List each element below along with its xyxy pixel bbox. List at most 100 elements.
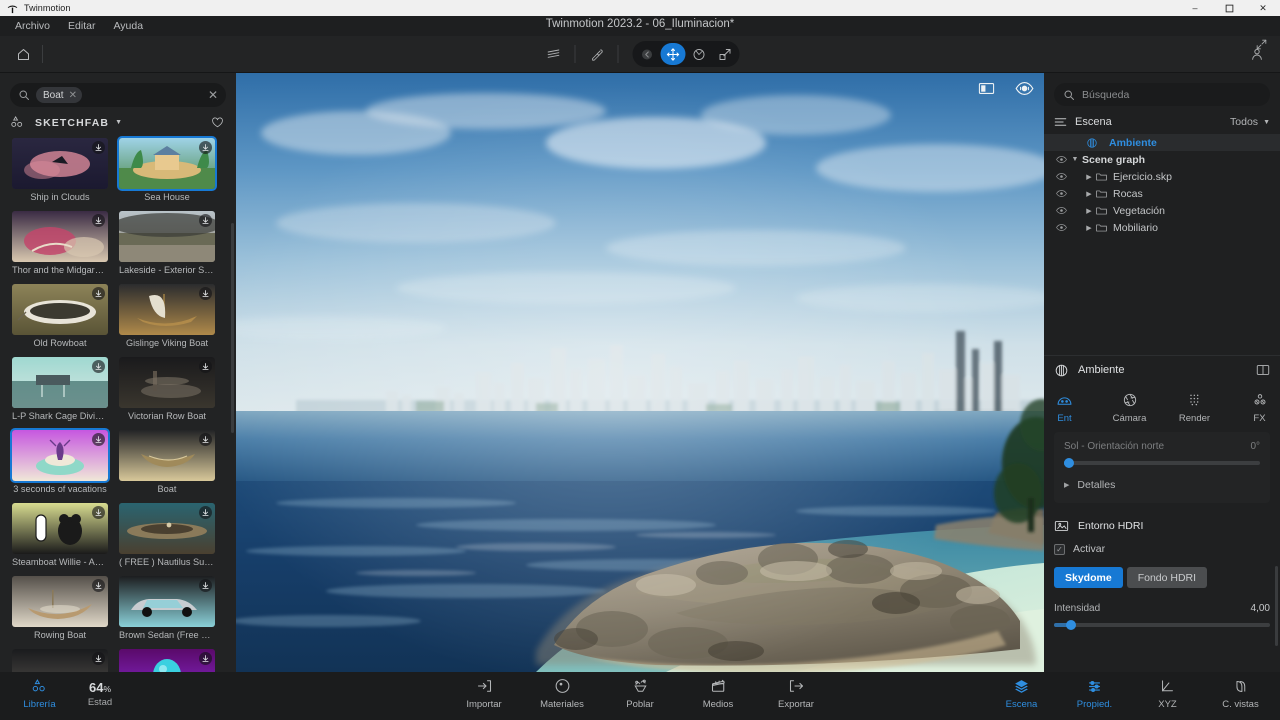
move-gizmo-icon[interactable] xyxy=(660,43,686,65)
download-icon[interactable] xyxy=(92,433,105,446)
hdri-activate-row[interactable]: ✓ Activar xyxy=(1054,543,1270,555)
bottom-item-escena[interactable]: Escena xyxy=(992,676,1051,710)
tree-twisty[interactable]: ▶ xyxy=(1082,224,1096,232)
library-item[interactable]: Ship in Clouds xyxy=(12,138,108,202)
bottom-item-propied[interactable]: Propied. xyxy=(1065,676,1124,710)
expand-icon[interactable] xyxy=(1255,38,1268,51)
library-item-thumbnail[interactable] xyxy=(119,138,215,189)
properties-tab-fx[interactable]: FX xyxy=(1239,390,1280,424)
menu-ayuda[interactable]: Ayuda xyxy=(104,18,152,34)
download-icon[interactable] xyxy=(199,579,212,592)
chevron-down-icon[interactable]: ▼ xyxy=(115,119,122,126)
library-item[interactable]: Gislinge Viking Boat xyxy=(119,284,215,348)
details-expander[interactable]: ▶ Detalles xyxy=(1064,479,1260,491)
download-icon[interactable] xyxy=(92,652,105,665)
bottom-item-materiales[interactable]: Materiales xyxy=(533,676,592,710)
library-item[interactable]: Boat xyxy=(119,430,215,494)
scene-tree-item[interactable]: ▶ Vegetación xyxy=(1044,202,1280,219)
scene-tree-item[interactable]: ▶ Mobiliario xyxy=(1044,219,1280,236)
library-item[interactable]: L-P Shark Cage Diving... xyxy=(12,357,108,421)
panel-toggle-icon[interactable] xyxy=(978,81,995,96)
download-icon[interactable] xyxy=(199,214,212,227)
clear-search-icon[interactable]: ✕ xyxy=(208,88,218,102)
stats-indicator[interactable]: 64% Estad xyxy=(75,680,125,710)
bottom-item-libreria[interactable]: Librería xyxy=(10,676,69,710)
library-item-thumbnail[interactable] xyxy=(12,357,108,408)
scene-tree-item[interactable]: ▶ Rocas xyxy=(1044,185,1280,202)
library-item[interactable]: 3 seconds of vacations xyxy=(12,430,108,494)
library-item[interactable]: Lakeside - Exterior Sce... xyxy=(119,211,215,275)
minimize-button[interactable]: – xyxy=(1178,0,1212,16)
menu-archivo[interactable]: Archivo xyxy=(6,18,59,34)
download-icon[interactable] xyxy=(92,506,105,519)
library-item-thumbnail[interactable] xyxy=(12,138,108,189)
scene-tree-item[interactable]: ▶ Ejercicio.skp xyxy=(1044,168,1280,185)
tree-twisty[interactable]: ▶ xyxy=(1082,190,1096,198)
library-item-thumbnail[interactable] xyxy=(119,503,215,554)
activate-checkbox[interactable]: ✓ xyxy=(1054,543,1065,555)
viewport-3d[interactable] xyxy=(236,73,1044,672)
library-item-thumbnail[interactable] xyxy=(119,649,215,672)
library-source-label[interactable]: SKETCHFAB xyxy=(35,117,109,129)
download-icon[interactable] xyxy=(199,287,212,300)
download-icon[interactable] xyxy=(92,360,105,373)
heart-icon[interactable] xyxy=(211,116,224,129)
library-item[interactable]: Rowing Boat xyxy=(12,576,108,640)
sun-orientation-slider[interactable] xyxy=(1064,458,1260,468)
library-item-thumbnail[interactable] xyxy=(119,576,215,627)
library-item[interactable] xyxy=(119,649,215,672)
split-panel-icon[interactable] xyxy=(1256,363,1270,377)
scene-tree-item[interactable]: ▼ Scene graph xyxy=(1044,151,1280,168)
rotate-gizmo-icon[interactable] xyxy=(687,43,712,65)
library-item[interactable]: Thor and the Midgard S... xyxy=(12,211,108,275)
bottom-item-medios[interactable]: Medios xyxy=(689,676,748,710)
library-item[interactable]: Brown Sedan (Free Ra... xyxy=(119,576,215,640)
scale-gizmo-icon[interactable] xyxy=(713,43,738,65)
bottom-item-importar[interactable]: Importar xyxy=(455,676,514,710)
intensity-slider[interactable] xyxy=(1054,620,1270,630)
library-item-thumbnail[interactable] xyxy=(119,357,215,408)
download-icon[interactable] xyxy=(92,141,105,154)
chip-remove-icon[interactable]: ✕ xyxy=(69,90,77,101)
library-item[interactable]: Steamboat Willie - Ani... xyxy=(12,503,108,567)
eye-visibility-icon[interactable] xyxy=(1054,189,1068,198)
eye-visibility-icon[interactable] xyxy=(1054,172,1068,181)
bottom-item-poblar[interactable]: Poblar xyxy=(611,676,670,710)
library-item-thumbnail[interactable] xyxy=(12,649,108,672)
eyedropper-icon[interactable] xyxy=(584,41,610,67)
fondo-hdri-button[interactable]: Fondo HDRI xyxy=(1126,567,1208,588)
bottom-item-xyz[interactable]: XYZ xyxy=(1138,676,1197,710)
properties-tab-ent[interactable]: Ent xyxy=(1044,390,1085,424)
eye-visibility-icon[interactable] xyxy=(1054,223,1068,232)
tree-twisty[interactable]: ▶ xyxy=(1082,173,1096,181)
download-icon[interactable] xyxy=(92,287,105,300)
library-item-thumbnail[interactable] xyxy=(119,430,215,481)
library-item-thumbnail[interactable] xyxy=(12,430,108,481)
scene-filter-dropdown[interactable]: Todos ▼ xyxy=(1230,116,1270,128)
properties-tab-render[interactable]: Render xyxy=(1174,390,1215,424)
library-item-thumbnail[interactable] xyxy=(12,211,108,262)
library-search-input[interactable]: Boat ✕ ✕ xyxy=(10,83,226,107)
hamburger-icon[interactable] xyxy=(1054,116,1067,128)
eye-visibility-icon[interactable] xyxy=(1015,81,1034,96)
download-icon[interactable] xyxy=(92,579,105,592)
scene-tree-item[interactable]: Ambiente xyxy=(1044,134,1280,151)
skydome-button[interactable]: Skydome xyxy=(1054,567,1123,588)
download-icon[interactable] xyxy=(199,360,212,373)
properties-scrollbar[interactable] xyxy=(1275,566,1278,646)
download-icon[interactable] xyxy=(199,141,212,154)
tree-twisty[interactable]: ▼ xyxy=(1068,156,1082,163)
properties-tab-cmara[interactable]: Cámara xyxy=(1109,390,1150,424)
home-icon[interactable] xyxy=(10,41,36,67)
library-item[interactable]: Victorian Row Boat xyxy=(119,357,215,421)
download-icon[interactable] xyxy=(199,506,212,519)
download-icon[interactable] xyxy=(92,214,105,227)
tree-twisty[interactable]: ▶ xyxy=(1082,207,1096,215)
layers-icon[interactable] xyxy=(541,41,567,67)
bottom-item-cvistas[interactable]: C. vistas xyxy=(1211,676,1270,710)
scene-search-input[interactable]: Búsqueda xyxy=(1054,83,1270,106)
library-item[interactable]: Sea House xyxy=(119,138,215,202)
maximize-button[interactable] xyxy=(1212,0,1246,16)
library-item[interactable]: ( FREE ) Nautilus Subm... xyxy=(119,503,215,567)
library-item[interactable] xyxy=(12,649,108,672)
